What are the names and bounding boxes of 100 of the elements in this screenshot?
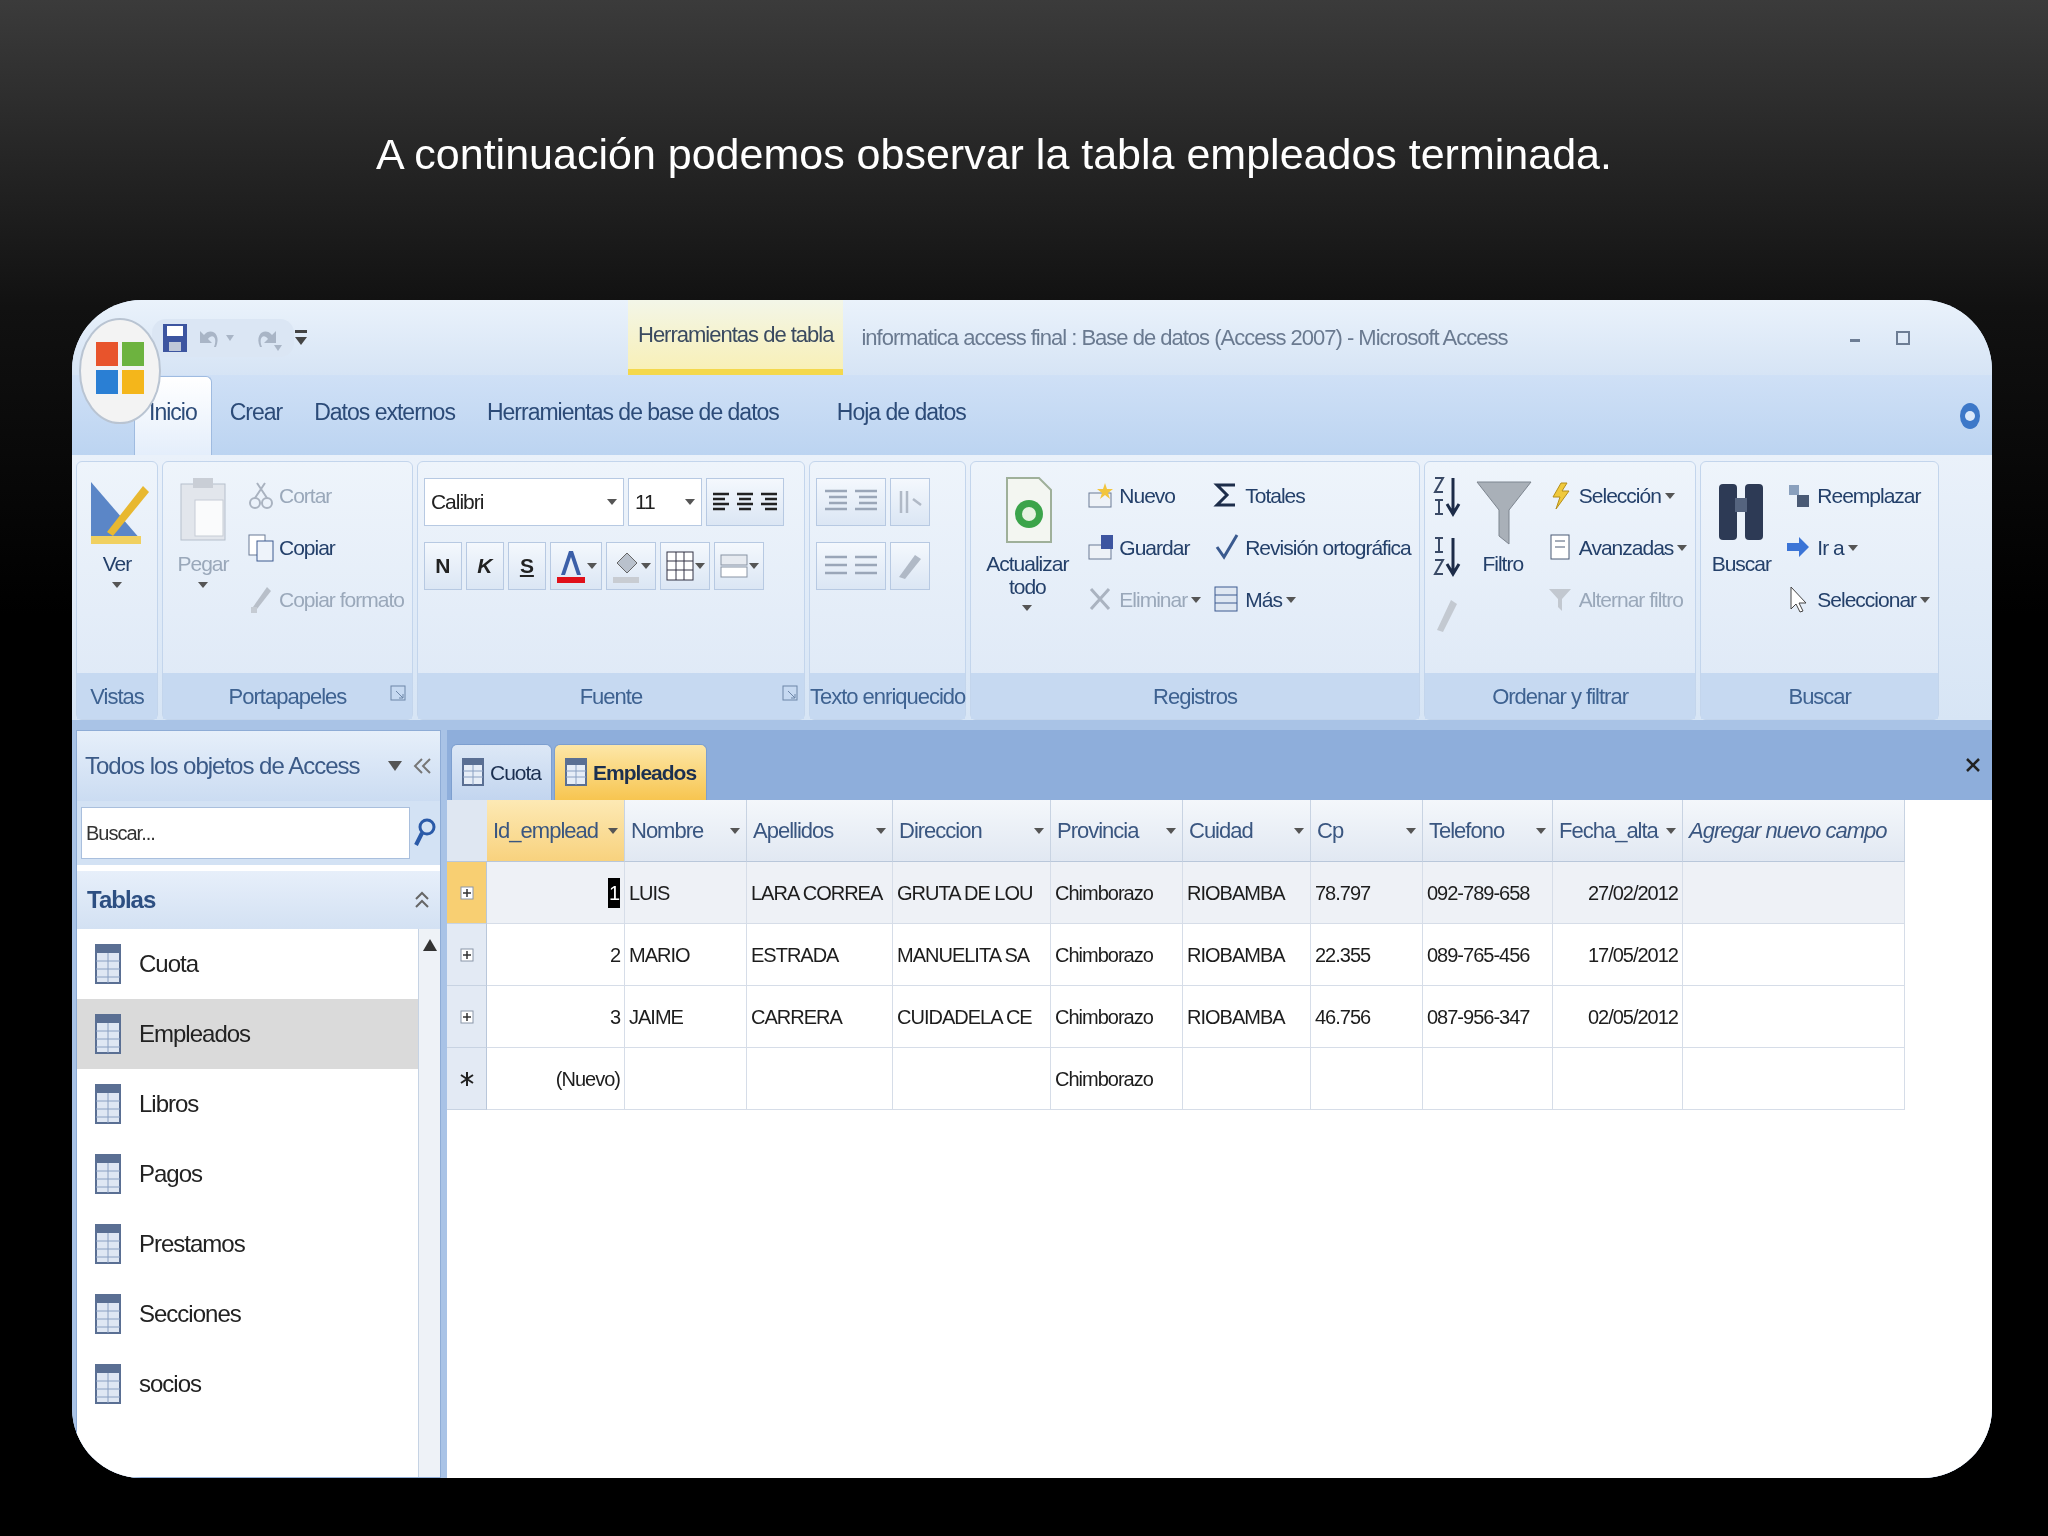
- caret-icon: [1294, 826, 1304, 835]
- ribbon-button[interactable]: Actualizar todo: [977, 470, 1078, 617]
- align-center-icon[interactable]: [734, 491, 755, 513]
- underline-button[interactable]: S: [507, 542, 546, 590]
- ribbon-button[interactable]: Ir a: [1783, 522, 1933, 574]
- close-icon[interactable]: [1964, 756, 1982, 774]
- collapse-pane-icon[interactable]: [412, 757, 432, 775]
- column-header[interactable]: Cp: [1311, 800, 1423, 862]
- expand-icon[interactable]: [459, 1009, 474, 1024]
- caret-icon: [586, 562, 597, 570]
- ribbon-tab[interactable]: Datos externos: [300, 376, 469, 455]
- column-header[interactable]: Fecha_alta: [1553, 800, 1683, 862]
- table-icon: [95, 1084, 121, 1124]
- expand-icon[interactable]: [459, 885, 474, 900]
- group-label: Registros: [1153, 682, 1238, 711]
- table-cell: CUIDADELA CE: [893, 986, 1051, 1048]
- column-header[interactable]: Agregar nuevo campo: [1683, 800, 1905, 862]
- group-label: Fuente: [579, 682, 643, 711]
- document-tab[interactable]: Empleados: [554, 743, 708, 800]
- search-icon[interactable]: [414, 818, 436, 848]
- ribbon-button[interactable]: Más: [1211, 574, 1413, 626]
- gridlines-icon[interactable]: [664, 550, 695, 582]
- ribbon-button[interactable]: Revisión ortográfica: [1211, 522, 1413, 574]
- caret-icon: [1022, 604, 1033, 613]
- table-icon: [95, 1294, 121, 1334]
- table-icon: [95, 1154, 121, 1194]
- ribbon-tab[interactable]: Hoja de datos: [822, 376, 980, 455]
- table-cell: 089-765-456: [1423, 924, 1553, 986]
- caret-icon: [1285, 596, 1296, 604]
- ribbon-button[interactable]: Selección: [1544, 470, 1690, 522]
- align-right-icon[interactable]: [758, 491, 779, 513]
- document-tab[interactable]: Cuota: [451, 743, 553, 800]
- save-record-icon: [1087, 533, 1116, 563]
- table-cell: ESTRADA: [747, 924, 893, 986]
- table-cell: MARIO: [625, 924, 747, 986]
- save-icon[interactable]: [162, 322, 188, 353]
- column-header[interactable]: Id_emplead: [487, 800, 625, 862]
- ribbon-button[interactable]: Seleccionar: [1783, 574, 1933, 626]
- copy-icon: [247, 533, 275, 563]
- ribbon-button[interactable]: Reemplazar: [1783, 470, 1933, 522]
- search-field[interactable]: Buscar...: [81, 807, 410, 859]
- caret-icon: [730, 826, 740, 835]
- table-cell: JAIME: [625, 986, 747, 1048]
- row-color-icon[interactable]: [718, 551, 749, 581]
- table-cell: 092-789-658: [1423, 862, 1553, 924]
- ribbon-button[interactable]: Nuevo: [1085, 470, 1204, 522]
- column-header[interactable]: Direccion: [893, 800, 1051, 862]
- caret-icon: [1034, 826, 1044, 835]
- column-header[interactable]: Provincia: [1051, 800, 1183, 862]
- table-cell: 22.355: [1311, 924, 1423, 986]
- caret-icon: [1536, 826, 1546, 835]
- table-icon: [95, 1014, 121, 1054]
- font-color-icon[interactable]: [554, 549, 587, 583]
- ribbon-button[interactable]: Guardar: [1085, 522, 1204, 574]
- nav-item[interactable]: Empleados: [77, 999, 418, 1069]
- align-left-icon[interactable]: [710, 491, 731, 513]
- caret-icon: [640, 562, 651, 570]
- italic-button[interactable]: K: [465, 542, 504, 590]
- dialog-launcher-icon[interactable]: [389, 685, 406, 701]
- restore-icon[interactable]: [1894, 328, 1912, 347]
- column-header[interactable]: Apellidos: [747, 800, 893, 862]
- record-selector[interactable]: [447, 1048, 487, 1110]
- section-header[interactable]: Tablas: [87, 882, 156, 918]
- window-title: informatica access final : Base de datos (Access 2007) - Microsoft Access: [861, 324, 1508, 352]
- ribbon-button[interactable]: Copiar: [245, 522, 406, 574]
- ribbon-button[interactable]: Filtro: [1468, 470, 1537, 580]
- group-label: Ordenar y filtrar: [1492, 682, 1628, 711]
- ribbon-button[interactable]: Buscar: [1707, 470, 1776, 580]
- table-cell: 46.756: [1311, 986, 1423, 1048]
- table-cell: 17/05/2012: [1553, 924, 1683, 986]
- caret-icon: [608, 826, 618, 835]
- table-cell: Chimborazo: [1051, 986, 1183, 1048]
- font-name-field[interactable]: Calibri: [423, 478, 624, 526]
- caret-icon: [112, 581, 122, 590]
- ribbon-button[interactable]: Avanzadas: [1544, 522, 1690, 574]
- ribbon-tab[interactable]: Herramientas de base de datos: [472, 376, 793, 455]
- column-header[interactable]: Nombre: [625, 800, 747, 862]
- scrollbar[interactable]: [418, 929, 440, 1477]
- caret-icon: [1191, 596, 1202, 604]
- table-cell: MANUELITA SA: [893, 924, 1051, 986]
- column-header[interactable]: Cuidad: [1183, 800, 1311, 862]
- caret-icon: [1664, 492, 1675, 500]
- table-cell: 02/05/2012: [1553, 986, 1683, 1048]
- column-header[interactable]: Telefono: [1423, 800, 1553, 862]
- ribbon-tab[interactable]: Crear: [215, 376, 297, 455]
- table-icon: [95, 944, 121, 984]
- expand-icon[interactable]: [459, 947, 474, 962]
- caret-icon: [694, 562, 705, 570]
- ribbon-button[interactable]: Ver: [83, 470, 151, 594]
- font-size-field[interactable]: 11: [627, 478, 702, 526]
- table-cell: CARRERA: [747, 986, 893, 1048]
- table-cell: RIOBAMBA: [1183, 986, 1311, 1048]
- help-icon[interactable]: [1958, 401, 1982, 431]
- ribbon-button[interactable]: Totales: [1211, 470, 1413, 522]
- table-cell: 27/02/2012: [1553, 862, 1683, 924]
- dialog-launcher-icon[interactable]: [781, 685, 798, 701]
- bold-button[interactable]: N: [423, 542, 462, 590]
- context-tab-label: Herramientas de tabla: [628, 300, 844, 375]
- table-cell: (Nuevo): [487, 1048, 625, 1110]
- table-cell: Chimborazo: [1051, 924, 1183, 986]
